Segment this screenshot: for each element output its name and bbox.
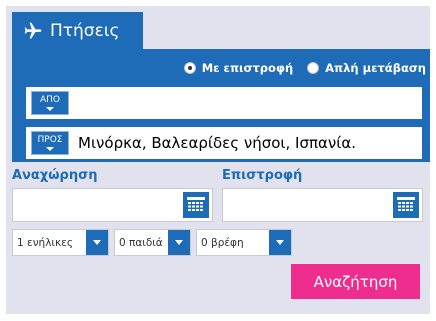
chevron-down-icon: [175, 240, 183, 245]
departure-label: Αναχώρηση: [12, 168, 98, 183]
chevron-down-icon: [93, 240, 101, 245]
children-value: 0 παιδιά: [119, 236, 163, 249]
to-field[interactable]: ΠΡΟΣ Μινόρκα, Βαλεαρίδες νήσοι, Ισπανία.: [26, 127, 422, 159]
search-panel: Με επιστροφή Απλή μετάβαση ΑΠΟ ΠΡΟΣ Μινό…: [12, 49, 430, 162]
departure-date-input[interactable]: [12, 188, 213, 222]
adults-dropdown-button[interactable]: [86, 230, 108, 255]
return-label: Επιστροφή: [222, 168, 303, 183]
calendar-icon[interactable]: [393, 192, 419, 218]
search-button[interactable]: Αναζήτηση: [291, 264, 420, 299]
chevron-down-icon: [276, 240, 284, 245]
tab-flights[interactable]: Πτήσεις: [12, 12, 143, 49]
round-trip-option[interactable]: Με επιστροφή: [183, 61, 294, 75]
one-way-radio[interactable]: [307, 62, 320, 74]
infants-dropdown-button[interactable]: [269, 230, 291, 255]
calendar-icon[interactable]: [183, 192, 209, 218]
to-input[interactable]: Μινόρκα, Βαλεαρίδες νήσοι, Ισπανία.: [78, 134, 356, 152]
chevron-down-icon: [46, 147, 54, 151]
from-badge-label: ΑΠΟ: [39, 95, 60, 105]
from-badge[interactable]: ΑΠΟ: [31, 91, 69, 115]
one-way-label: Απλή μετάβαση: [325, 61, 426, 75]
airplane-icon: [22, 20, 44, 42]
to-badge-label: ΠΡΟΣ: [37, 135, 63, 145]
adults-select[interactable]: 1 ενήλικες: [12, 229, 109, 256]
round-trip-radio[interactable]: [183, 62, 196, 74]
adults-value: 1 ενήλικες: [17, 236, 74, 249]
tab-label: Πτήσεις: [50, 20, 120, 41]
to-badge[interactable]: ΠΡΟΣ: [31, 131, 69, 155]
children-dropdown-button[interactable]: [168, 230, 190, 255]
from-field[interactable]: ΑΠΟ: [26, 87, 422, 119]
one-way-option[interactable]: Απλή μετάβαση: [307, 61, 426, 75]
chevron-down-icon: [46, 107, 54, 111]
round-trip-label: Με επιστροφή: [201, 61, 294, 75]
return-date-input[interactable]: [222, 188, 423, 222]
infants-value: 0 βρέφη: [201, 236, 244, 249]
infants-select[interactable]: 0 βρέφη: [196, 229, 292, 256]
children-select[interactable]: 0 παιδιά: [114, 229, 191, 256]
trip-type-selector: Με επιστροφή Απλή μετάβαση: [170, 61, 426, 75]
